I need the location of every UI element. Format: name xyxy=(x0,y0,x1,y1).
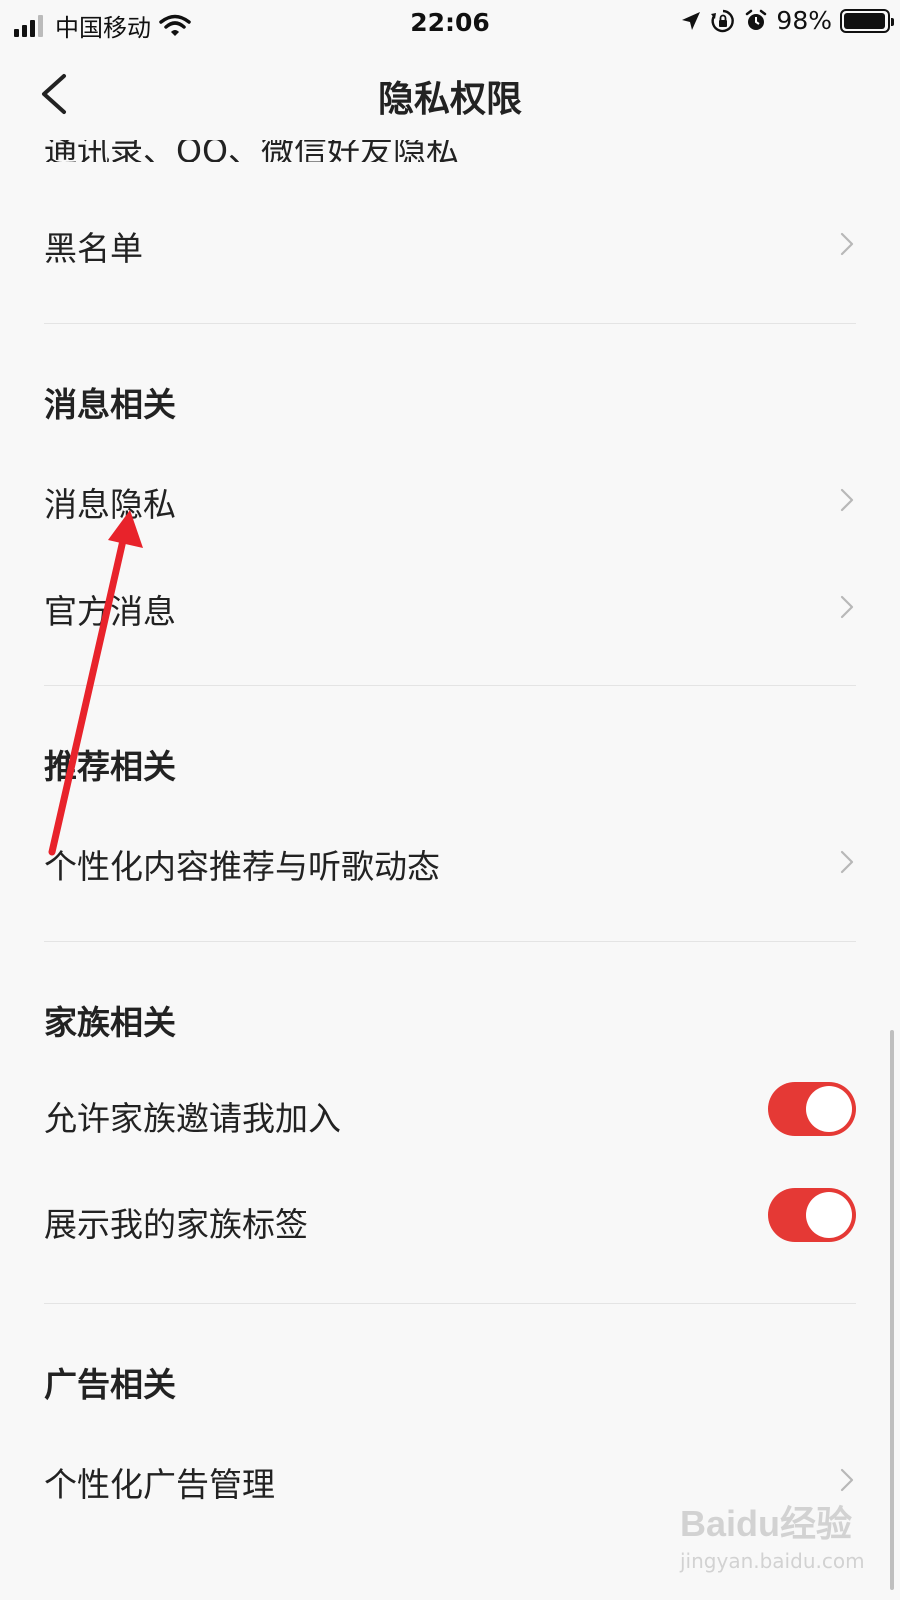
list-item-label: 官方消息 xyxy=(44,592,176,631)
section-title-message: 消息相关 xyxy=(44,385,176,424)
list-item-label: 消息隐私 xyxy=(44,485,176,524)
list-item-label: 黑名单 xyxy=(44,229,143,268)
page-title: 隐私权限 xyxy=(377,79,522,120)
chevron-right-icon xyxy=(840,850,854,874)
watermark-url: jingyan.baidu.com xyxy=(680,1549,865,1573)
list-item-allow-family-invite: 允许家族邀请我加入 xyxy=(44,1082,856,1144)
rotation-lock-icon xyxy=(711,9,735,32)
list-item-official-messages[interactable]: 官方消息 xyxy=(44,577,856,637)
divider xyxy=(44,1303,856,1304)
baidu-watermark: Baidu经验 jingyan.baidu.com xyxy=(680,1495,865,1585)
settings-list: 通讯录、QQ、微信好友隐私 黑名单 消息相关 消息隐私 官方消息 推荐相关 个性… xyxy=(0,0,900,1600)
screen: 通讯录、QQ、微信好友隐私 黑名单 消息相关 消息隐私 官方消息 推荐相关 个性… xyxy=(0,0,900,1600)
allow-family-invite-toggle[interactable] xyxy=(768,1082,856,1136)
list-item-label: 允许家族邀请我加入 xyxy=(44,1099,341,1138)
status-right: 98% xyxy=(680,6,894,35)
toggle-knob xyxy=(806,1086,852,1132)
list-item-blacklist[interactable]: 黑名单 xyxy=(44,214,856,274)
status-bar: 中国移动 22:06 98% xyxy=(0,0,900,46)
battery-percent: 98% xyxy=(776,6,832,35)
divider xyxy=(44,685,856,686)
scrollbar[interactable] xyxy=(890,1030,894,1590)
divider xyxy=(44,941,856,942)
chevron-right-icon xyxy=(840,1468,854,1492)
location-arrow-icon xyxy=(682,11,701,30)
toggle-knob xyxy=(806,1192,852,1238)
list-item-label: 个性化内容推荐与听歌动态 xyxy=(44,847,440,886)
divider xyxy=(44,323,856,324)
watermark-logo: Baidu经验 xyxy=(680,1503,853,1544)
list-item-show-family-tag: 展示我的家族标签 xyxy=(44,1188,856,1250)
list-item-personalized-recommend[interactable]: 个性化内容推荐与听歌动态 xyxy=(44,832,856,892)
list-item-message-privacy[interactable]: 消息隐私 xyxy=(44,470,856,530)
battery-icon xyxy=(840,8,894,33)
chevron-right-icon xyxy=(840,232,854,256)
chevron-right-icon xyxy=(840,488,854,512)
section-title-family: 家族相关 xyxy=(44,1003,176,1042)
chevron-right-icon xyxy=(840,595,854,619)
section-title-ads: 广告相关 xyxy=(44,1365,176,1404)
list-item-label: 个性化广告管理 xyxy=(44,1465,275,1504)
alarm-icon xyxy=(746,9,767,30)
show-family-tag-toggle[interactable] xyxy=(768,1188,856,1242)
list-item-label: 展示我的家族标签 xyxy=(44,1205,308,1244)
section-title-recommend: 推荐相关 xyxy=(44,747,176,786)
